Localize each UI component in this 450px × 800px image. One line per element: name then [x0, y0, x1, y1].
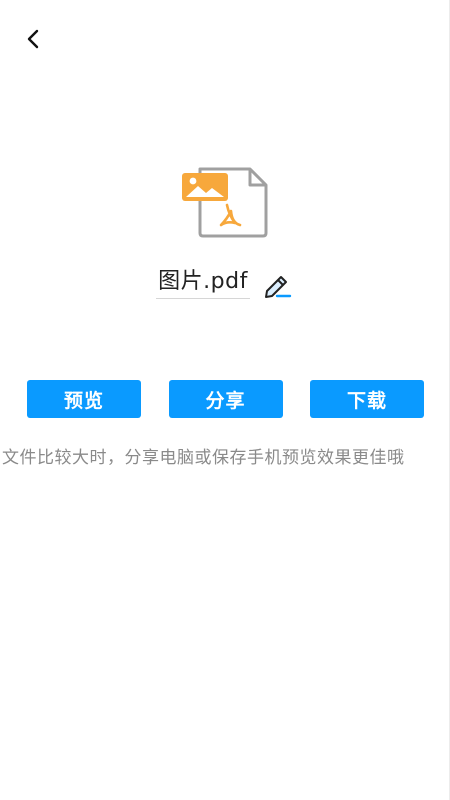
file-detail-screen: 图片.pdf 预览 分享 下载 文件比较大时，分享电脑或保存手机预览效果更佳哦: [0, 0, 450, 800]
hint-text: 文件比较大时，分享电脑或保存手机预览效果更佳哦: [2, 448, 405, 468]
download-button[interactable]: 下载: [310, 380, 424, 418]
chevron-left-icon: [27, 29, 39, 49]
preview-button[interactable]: 预览: [27, 380, 141, 418]
pdf-file-icon: [180, 165, 270, 240]
pencil-icon: [264, 276, 292, 298]
share-button[interactable]: 分享: [168, 380, 283, 418]
filename-wrap: 图片.pdf: [156, 268, 294, 300]
filename-row: 图片.pdf: [0, 266, 450, 302]
back-button[interactable]: [18, 24, 48, 54]
edit-name-button[interactable]: [262, 268, 294, 300]
action-buttons: 预览 分享 下载: [27, 380, 424, 418]
file-name[interactable]: 图片.pdf: [156, 269, 250, 300]
